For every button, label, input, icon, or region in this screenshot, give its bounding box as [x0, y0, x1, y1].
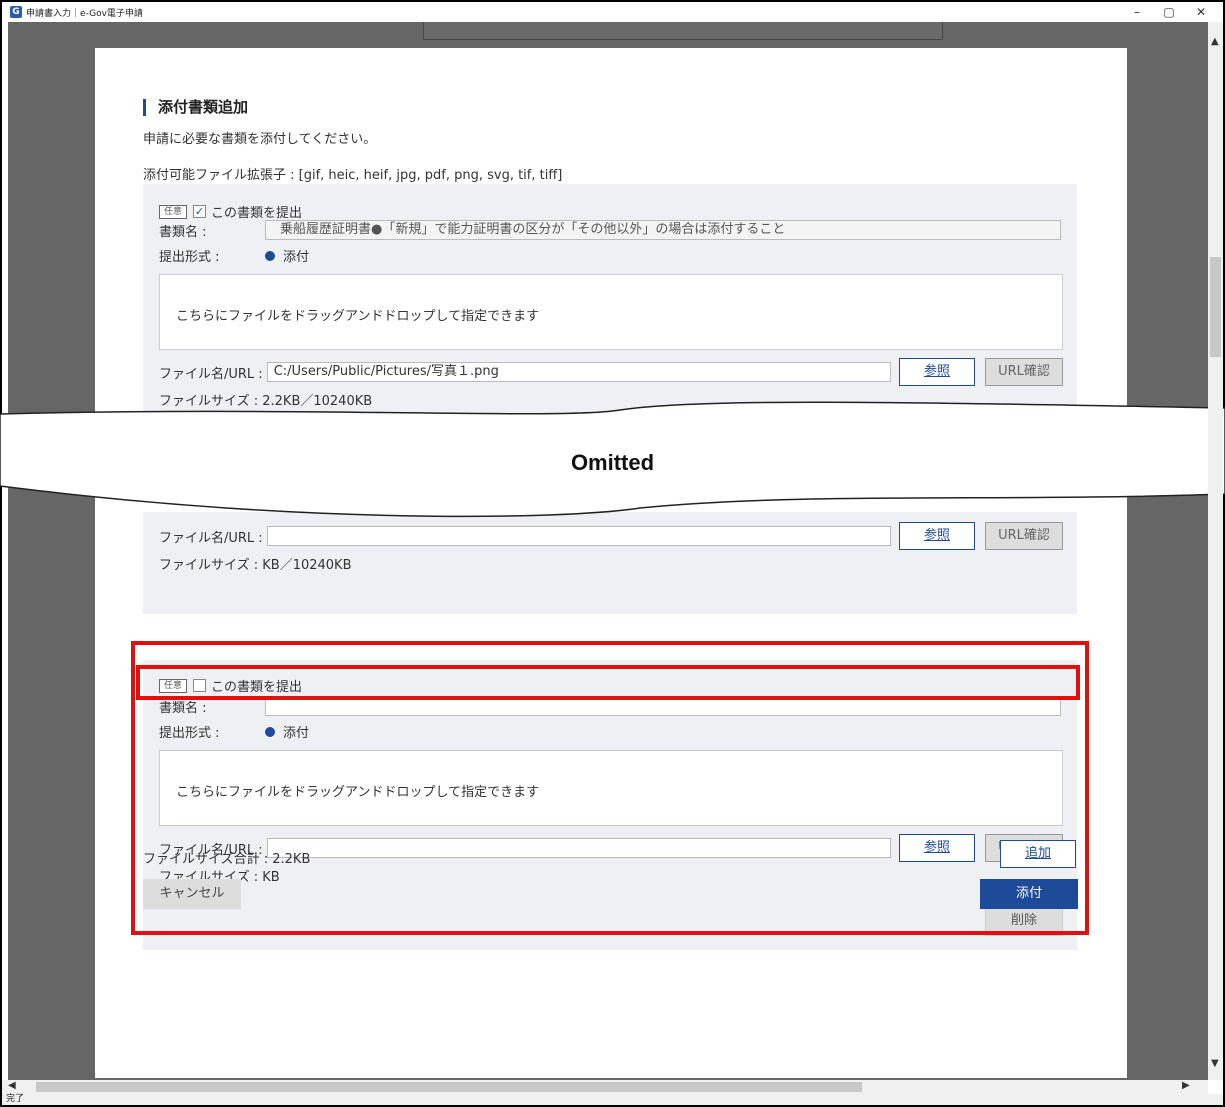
highlight-doc-name-field	[136, 665, 1080, 700]
format-value: 添付	[283, 250, 310, 265]
submit-checkbox[interactable]: ✓	[193, 205, 207, 218]
minimize-icon[interactable]: –	[1121, 5, 1153, 19]
vertical-scroll-thumb[interactable]	[1210, 257, 1221, 357]
document-block-2: ファイル名/URL : 参照 URL確認 ファイルサイズ : KB／10240K…	[143, 512, 1077, 614]
vertical-scrollbar[interactable]: ▲ ▼	[1208, 22, 1223, 1080]
scroll-up-icon[interactable]: ▲	[1211, 36, 1219, 47]
file-url-input[interactable]	[266, 526, 891, 546]
status-bar: 完了	[2, 1094, 1223, 1105]
file-url-label: ファイル名/URL :	[159, 530, 263, 546]
horizontal-scroll-thumb[interactable]	[36, 1082, 862, 1092]
attach-radio[interactable]	[265, 250, 275, 261]
previous-panel-edge	[423, 22, 943, 40]
url-check-button[interactable]: URL確認	[985, 358, 1063, 386]
file-dropzone[interactable]: こちらにファイルをドラッグアンドドロップして指定できます	[159, 274, 1063, 350]
restore-icon[interactable]: ▢	[1153, 5, 1185, 19]
egov-app-icon: G	[10, 6, 22, 18]
omitted-label: Omitted	[570, 450, 655, 475]
browse-button[interactable]: 参照	[899, 522, 975, 550]
scroll-right-icon[interactable]: ▶	[1182, 1080, 1190, 1091]
allowed-extensions: 添付可能ファイル拡張子 : [gif, heic, heif, jpg, pdf…	[143, 168, 563, 183]
intro-text: 申請に必要な書類を添付してください。	[143, 132, 377, 147]
file-url-label: ファイル名/URL :	[159, 366, 263, 382]
window-controls: – ▢ ✕	[1121, 2, 1217, 22]
doc-name-label: 書類名 :	[159, 224, 207, 240]
close-icon[interactable]: ✕	[1185, 5, 1217, 19]
document-block-1: 任意 ✓ この書類を提出 書類名 : 乗船履歴証明書●「新規」で能力証明書の区分…	[143, 184, 1077, 422]
title-bar: G 申請書入力｜e-Gov電子申請 – ▢ ✕	[2, 2, 1223, 22]
submit-label: この書類を提出	[211, 206, 303, 221]
file-url-input[interactable]: C:/Users/Public/Pictures/写真１.png	[266, 362, 891, 382]
file-size-info: ファイルサイズ : KB／10240KB	[159, 558, 352, 573]
horizontal-scrollbar[interactable]: ◀ ▶	[2, 1080, 1208, 1094]
section-title: 添付書類追加	[143, 99, 248, 116]
scroll-down-icon[interactable]: ▼	[1211, 1058, 1219, 1069]
format-label: 提出形式 :	[159, 250, 220, 265]
window-title: 申請書入力｜e-Gov電子申請	[26, 8, 143, 19]
scroll-left-icon[interactable]: ◀	[8, 1080, 16, 1091]
doc-name-field: 乗船履歴証明書●「新規」で能力証明書の区分が「その他以外」の場合は添付すること	[265, 220, 1061, 240]
browse-button[interactable]: 参照	[899, 358, 975, 386]
optional-tag: 任意	[159, 204, 188, 219]
url-check-button[interactable]: URL確認	[985, 522, 1063, 550]
